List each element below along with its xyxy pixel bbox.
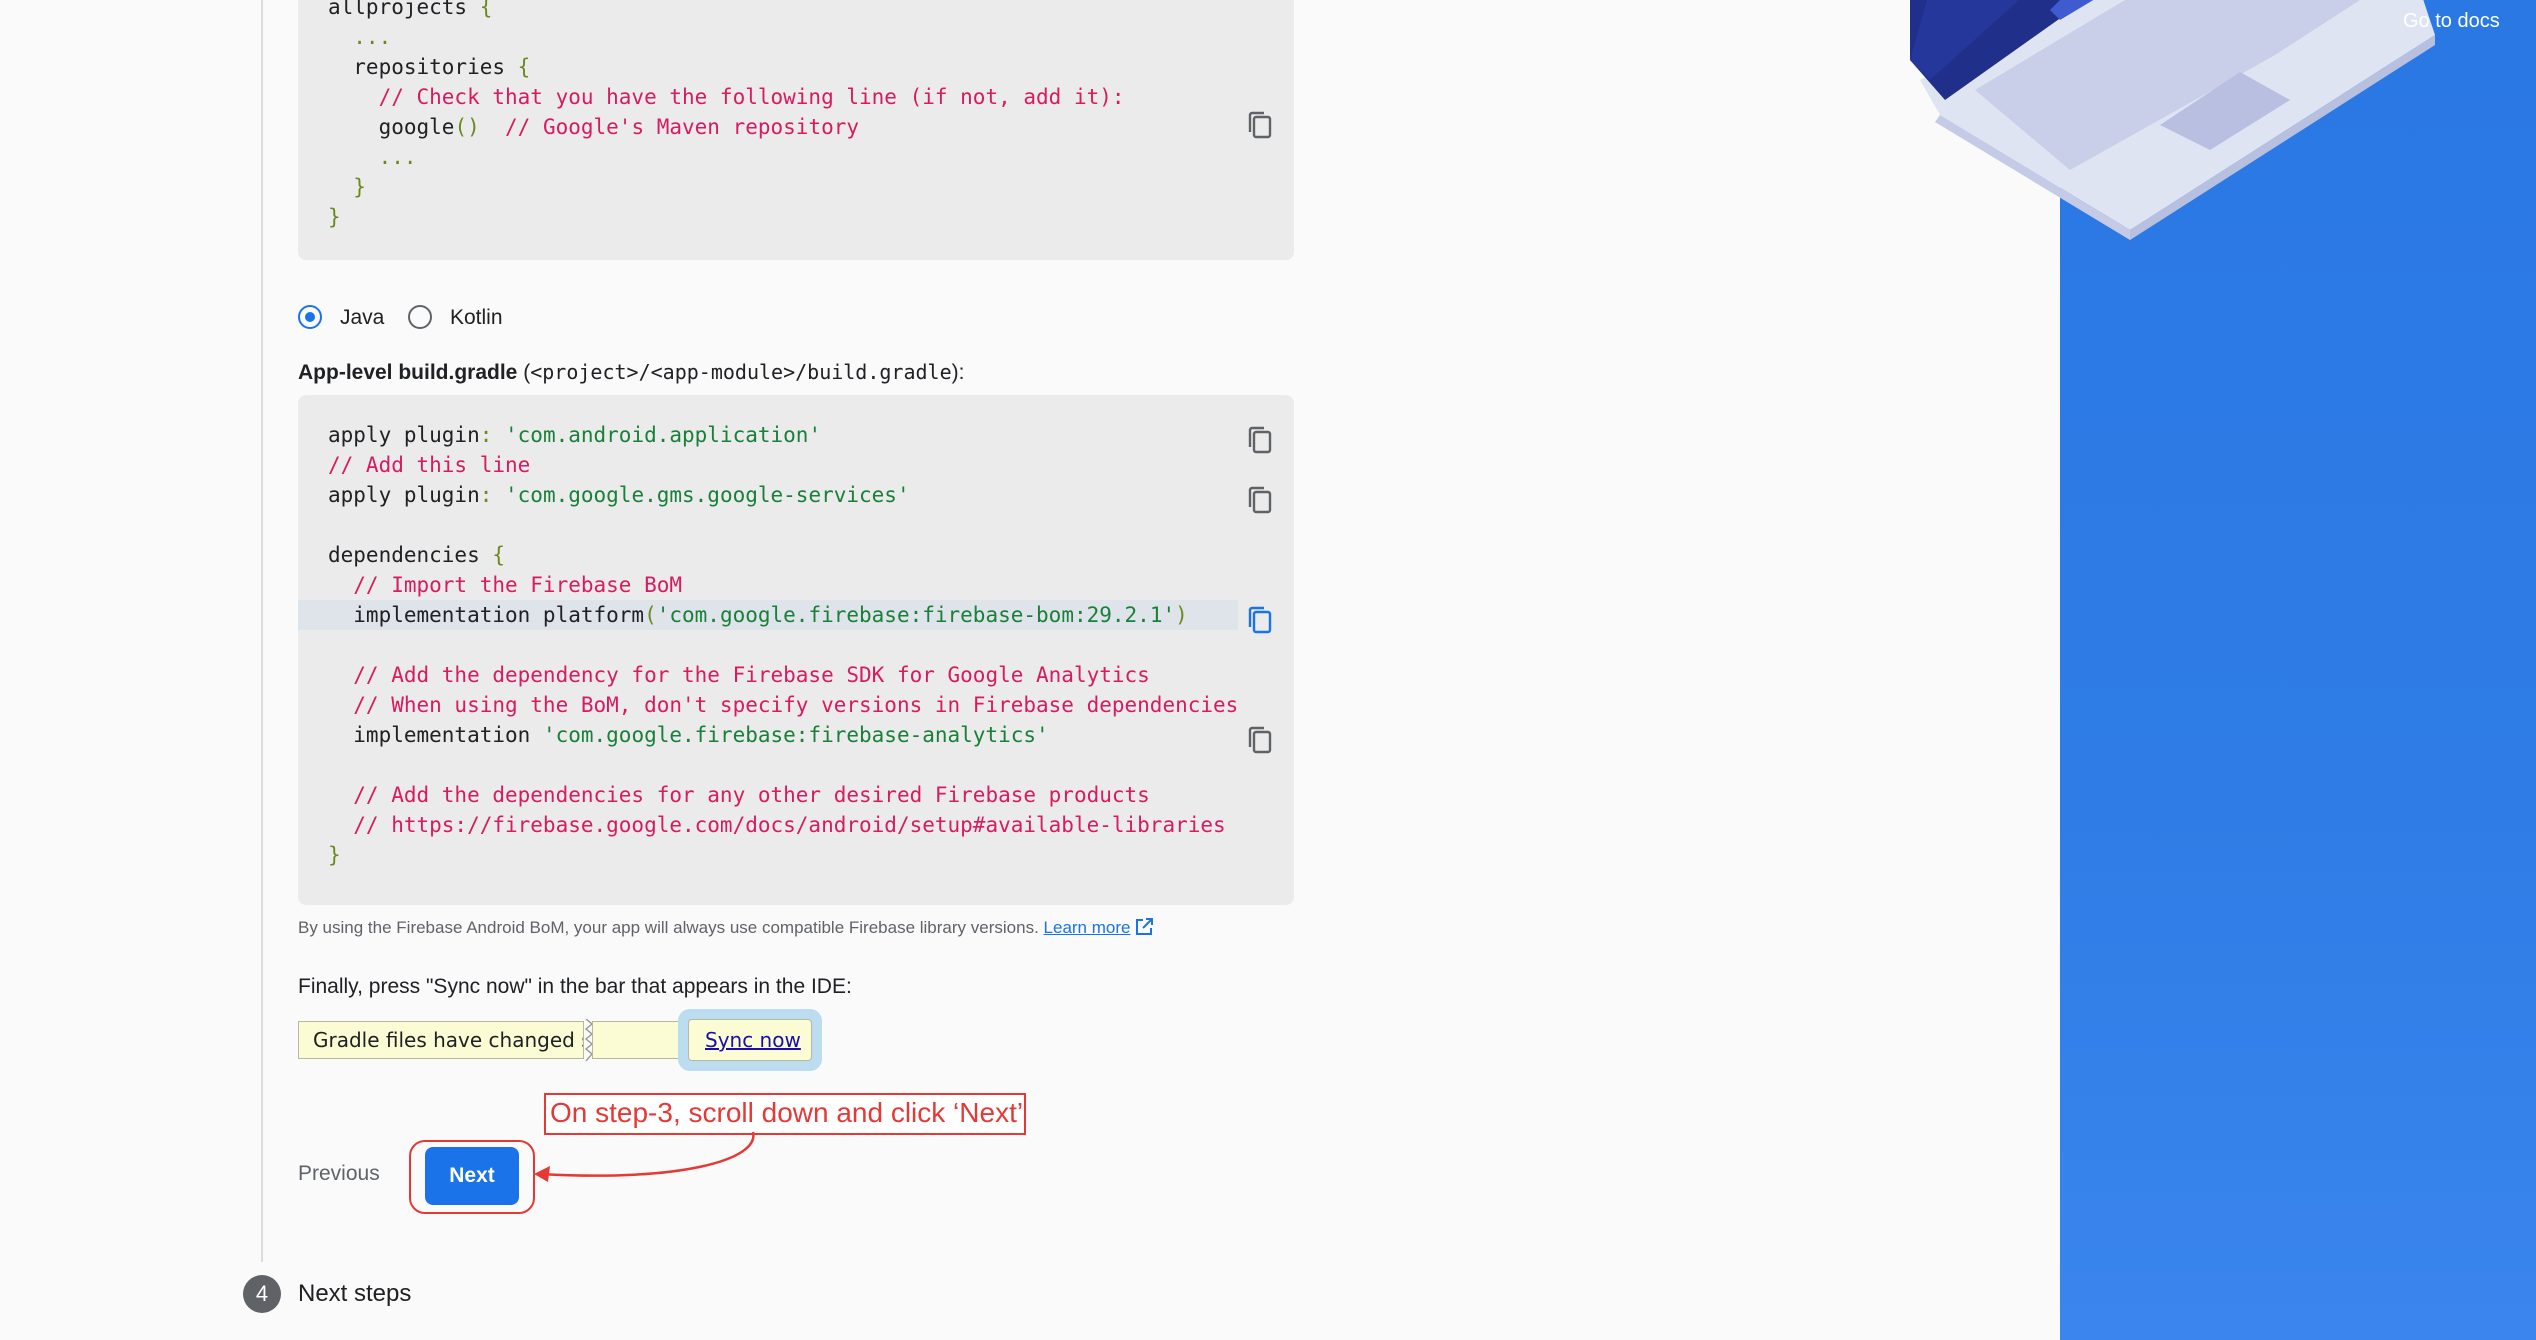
code-token: // https://firebase.google.com/docs/andr… <box>328 813 1226 837</box>
code-line: dependencies { <box>328 540 505 570</box>
external-link-icon <box>1136 918 1154 935</box>
code-token: ... <box>328 25 392 49</box>
code-line: apply plugin: 'com.android.application' <box>328 420 821 450</box>
code-token: 'com.android.application' <box>505 423 822 447</box>
code-token: // Add this line <box>328 453 531 477</box>
bom-note-text: By using the Firebase Android BoM, your … <box>298 918 1039 937</box>
code-token: { <box>517 55 531 79</box>
step-rail <box>261 0 263 1262</box>
copy-icon[interactable] <box>1247 485 1273 515</box>
code-token: 'com.google.firebase:firebase-bom:29.2.1… <box>656 603 1176 627</box>
code-line: } <box>328 172 366 202</box>
ide-sync-bar-continued <box>592 1021 684 1059</box>
code-line: google() // Google's Maven repository <box>328 112 859 142</box>
code-line: // Check that you have the following lin… <box>328 82 1125 112</box>
next-button[interactable]: Next <box>425 1147 519 1205</box>
code-token: ) <box>1175 603 1188 627</box>
radio-kotlin-label: Kotlin <box>450 306 503 329</box>
code-line: ... <box>328 142 417 172</box>
code-token: } <box>328 843 341 867</box>
code-token: apply plugin <box>328 483 480 507</box>
code-token: repositories <box>328 55 518 79</box>
bom-note: By using the Firebase Android BoM, your … <box>298 917 1154 938</box>
code-token: google <box>328 115 455 139</box>
sync-instruction: Finally, press "Sync now" in the bar tha… <box>298 975 852 998</box>
radio-dot <box>298 305 322 329</box>
code-line: allprojects { <box>328 0 492 22</box>
code-line: // When using the BoM, don't specify ver… <box>328 690 1238 720</box>
code-block-app-gradle: apply plugin: 'com.android.application' /… <box>298 395 1294 905</box>
code-line: // Add the dependencies for any other de… <box>328 780 1150 810</box>
code-token: } <box>328 175 366 199</box>
code-token: : <box>479 423 506 447</box>
code-token: // Import the Firebase BoM <box>328 573 683 597</box>
app-gradle-label-bold: App-level build.gradle <box>298 361 518 384</box>
code-token: 'com.google.gms.google-services' <box>505 483 910 507</box>
app-gradle-path: <project>/<app-module>/build.gradle <box>530 360 952 384</box>
code-token: implementation platform <box>328 603 645 627</box>
app-gradle-label: App-level build.gradle (<project>/<app-m… <box>298 360 964 385</box>
code-block-project-gradle: allprojects { ... repositories { // Chec… <box>298 0 1294 260</box>
previous-button[interactable]: Previous <box>298 1162 380 1186</box>
code-token: ( <box>644 603 657 627</box>
code-token: // Add the dependencies for any other de… <box>328 783 1150 807</box>
code-token: { <box>492 543 506 567</box>
code-line: // https://firebase.google.com/docs/andr… <box>328 810 1226 840</box>
radio-dot <box>408 305 432 329</box>
code-token: : <box>479 483 506 507</box>
code-token: { <box>479 0 493 19</box>
code-token: dependencies <box>328 543 493 567</box>
laptop-illustration <box>1910 0 2435 240</box>
copy-icon-active[interactable] <box>1247 605 1273 635</box>
code-line: } <box>328 840 341 870</box>
code-token: // Google's Maven repository <box>479 115 860 139</box>
code-line: // Add the dependency for the Firebase S… <box>328 660 1150 690</box>
copy-icon[interactable] <box>1247 425 1273 455</box>
code-line: implementation 'com.google.firebase:fire… <box>328 720 1049 750</box>
step-number-badge: 4 <box>243 1275 281 1313</box>
code-line: // Add this line <box>328 450 530 480</box>
code-token: // Add the dependency for the Firebase S… <box>328 663 1150 687</box>
code-token: implementation <box>328 723 543 747</box>
code-line: apply plugin: 'com.google.gms.google-ser… <box>328 480 910 510</box>
code-line: // Import the Firebase BoM <box>328 570 682 600</box>
code-line: } <box>328 202 341 232</box>
radio-java-label: Java <box>340 306 385 329</box>
app-gradle-label-close: ): <box>951 361 965 384</box>
annotation-text: On step-3, scroll down and click ‘Next’ <box>550 1097 1024 1128</box>
ide-sync-bar: Gradle files have changed since last pro… <box>298 1021 584 1059</box>
code-token: ... <box>328 145 417 169</box>
sync-now-link[interactable]: Sync now <box>705 1028 801 1052</box>
code-line: ... <box>328 22 391 52</box>
code-token: () <box>454 115 480 139</box>
learn-more-link[interactable]: Learn more <box>1044 918 1131 937</box>
code-token: // When using the BoM, don't specify ver… <box>328 693 1239 717</box>
code-line: repositories { <box>328 52 530 82</box>
code-line: implementation platform('com.google.fire… <box>328 600 1188 630</box>
app-gradle-label-open: ( <box>517 361 531 384</box>
copy-icon[interactable] <box>1247 725 1273 755</box>
copy-icon[interactable] <box>1247 110 1273 140</box>
step-title[interactable]: Next steps <box>298 1280 411 1308</box>
code-token: apply plugin <box>328 423 480 447</box>
code-token: } <box>328 205 341 229</box>
ide-sync-message: Gradle files have changed since last pro… <box>313 1028 583 1052</box>
code-token: 'com.google.firebase:firebase-analytics' <box>542 723 1049 747</box>
code-token: allprojects <box>328 0 480 19</box>
go-to-docs-link[interactable]: Go to docs <box>2403 10 2500 33</box>
code-token: // Check that you have the following lin… <box>328 85 1125 109</box>
